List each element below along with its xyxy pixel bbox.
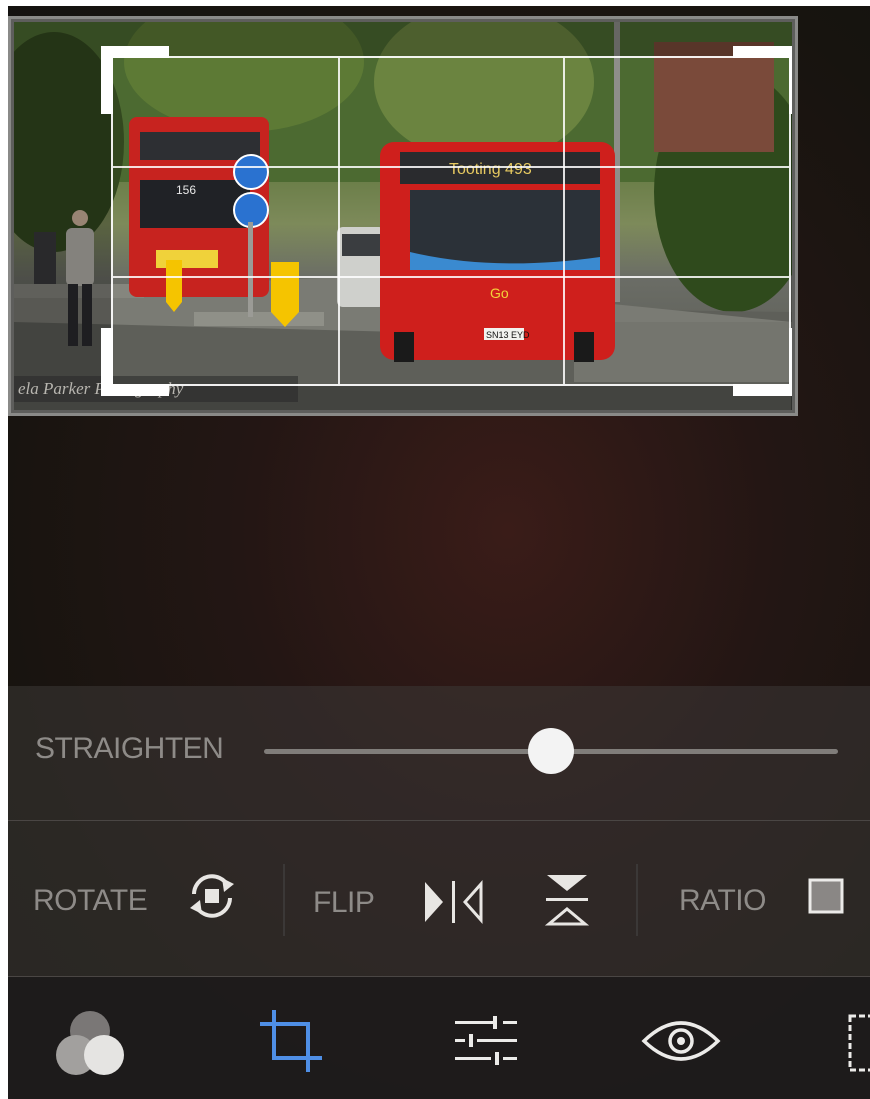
straighten-label: STRAIGHTEN: [35, 732, 224, 765]
filters-icon[interactable]: [52, 1009, 128, 1077]
adjustments-icon[interactable]: [453, 1011, 519, 1071]
crop-handle-top-right[interactable]: [733, 46, 792, 114]
flip-label: FLIP: [313, 886, 375, 919]
straighten-slider-knob[interactable]: [528, 728, 574, 774]
crop-box[interactable]: [101, 46, 792, 396]
photo-image: 156 Tooting 493 Go SN13 EYD ela Parker P…: [14, 22, 792, 410]
photo-canvas: 156 Tooting 493 Go SN13 EYD ela Parker P…: [8, 16, 798, 416]
crop-handle-bottom-left[interactable]: [101, 328, 169, 396]
ratio-label: RATIO: [679, 884, 766, 917]
border-icon[interactable]: [848, 1014, 870, 1074]
crop-handle-top-left[interactable]: [101, 46, 169, 114]
flip-horizontal-icon[interactable]: [423, 879, 485, 925]
crop-handle-bottom-right[interactable]: [733, 328, 792, 396]
divider: [636, 864, 638, 936]
flip-vertical-icon[interactable]: [544, 873, 590, 927]
crop-grid-line: [113, 276, 789, 278]
eye-icon[interactable]: [641, 1011, 721, 1071]
ratio-square-icon[interactable]: [808, 878, 844, 914]
straighten-slider[interactable]: [264, 728, 838, 774]
crop-grid-line: [338, 58, 340, 384]
divider: [283, 864, 285, 936]
bottom-nav: [8, 976, 870, 1099]
crop-icon[interactable]: [258, 1008, 324, 1074]
rotate-icon[interactable]: [184, 870, 240, 922]
crop-grid-line: [563, 58, 565, 384]
editor-app: 156 Tooting 493 Go SN13 EYD ela Parker P…: [8, 6, 870, 1099]
crop-mask: [14, 56, 111, 410]
rotate-label: ROTATE: [33, 884, 148, 917]
crop-grid-line: [113, 166, 789, 168]
